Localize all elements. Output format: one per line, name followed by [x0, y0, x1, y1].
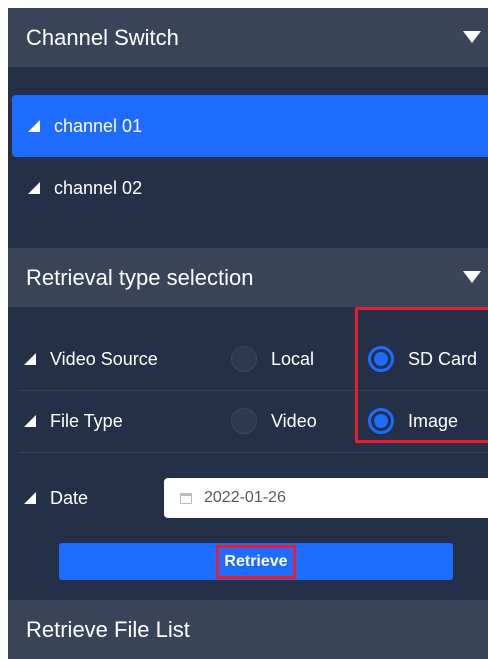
radio-sd-card-label: SD Card — [408, 348, 478, 369]
date-label-group: Date — [24, 467, 88, 529]
expand-triangle-icon — [24, 415, 36, 427]
radio-sd-card[interactable]: SD Card — [368, 328, 477, 390]
retrieve-button-label: Retrieve — [216, 544, 296, 579]
file-type-label: File Type — [50, 410, 123, 431]
channel-switch-header[interactable]: Channel Switch — [8, 8, 488, 67]
video-source-row: Video Source Local SD Card — [8, 328, 488, 390]
collapse-arrow-icon[interactable] — [463, 271, 481, 283]
radio-unchecked-icon — [231, 346, 257, 372]
expand-triangle-icon — [28, 182, 40, 194]
channel-label: channel 01 — [54, 115, 143, 136]
file-type-label-group: File Type — [24, 390, 123, 452]
radio-video[interactable]: Video — [231, 390, 317, 452]
radio-image[interactable]: Image — [368, 390, 458, 452]
file-type-row: File Type Video Image — [8, 390, 488, 452]
channel-switch-title: Channel Switch — [26, 24, 179, 50]
file-list-header[interactable]: Retrieve File List — [8, 600, 488, 659]
radio-image-label: Image — [408, 410, 459, 431]
radio-unchecked-icon — [231, 408, 257, 434]
retrieval-type-title: Retrieval type selection — [26, 264, 254, 290]
radio-checked-icon — [368, 408, 394, 434]
channel-item-01[interactable]: channel 01 — [12, 95, 488, 157]
radio-video-label: Video — [271, 410, 317, 431]
retrieval-type-header[interactable]: Retrieval type selection — [8, 248, 488, 307]
channel-item-02[interactable]: channel 02 — [12, 157, 488, 219]
radio-local[interactable]: Local — [231, 328, 314, 390]
collapse-arrow-icon[interactable] — [463, 31, 481, 43]
calendar-icon — [180, 492, 192, 504]
row-divider — [18, 452, 488, 453]
date-input[interactable]: 2022-01-26 — [164, 478, 488, 518]
file-list-title: Retrieve File List — [26, 616, 190, 642]
retrieve-button[interactable]: Retrieve — [59, 543, 453, 580]
expand-triangle-icon — [24, 353, 36, 365]
video-source-label-group: Video Source — [24, 328, 158, 390]
date-value: 2022-01-26 — [204, 489, 286, 506]
radio-local-label: Local — [271, 348, 315, 369]
sidebar-panel: Channel Switch channel 01 channel 02 Ret… — [8, 8, 488, 659]
expand-triangle-icon — [28, 120, 40, 132]
date-label: Date — [50, 487, 89, 508]
radio-checked-icon — [368, 346, 394, 372]
channel-label: channel 02 — [54, 177, 143, 198]
video-source-label: Video Source — [50, 348, 158, 369]
expand-triangle-icon — [24, 492, 36, 504]
